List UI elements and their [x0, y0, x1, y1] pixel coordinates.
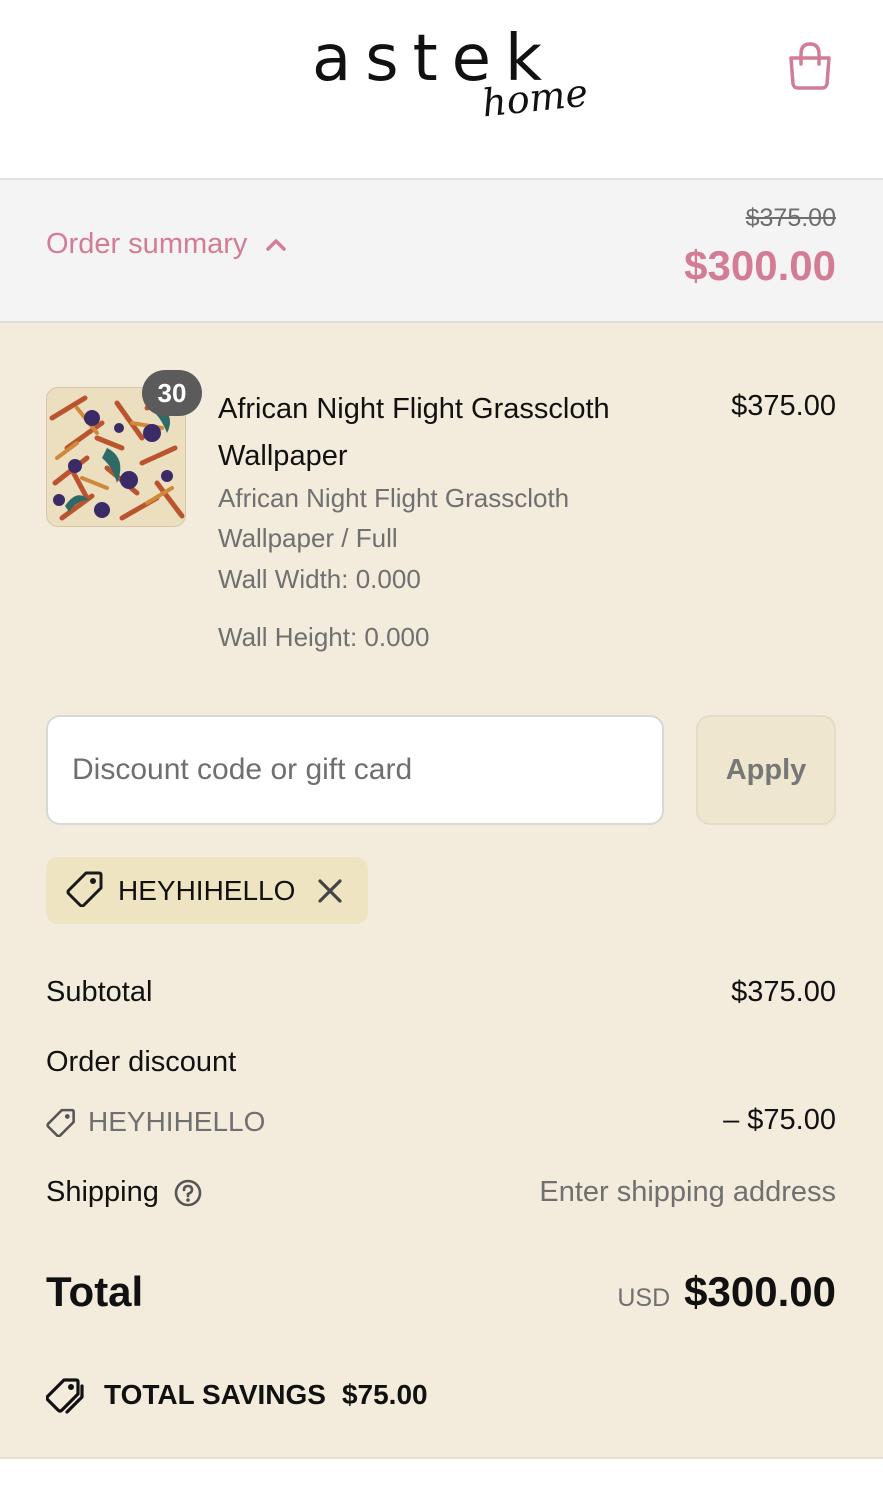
wall-width-property: Wall Width: 0.000 — [218, 564, 421, 594]
chevron-up-icon — [266, 238, 287, 251]
question-circle-icon — [174, 1179, 202, 1206]
remove-discount-button[interactable] — [317, 878, 343, 904]
discounted-price: $300.00 — [684, 242, 836, 289]
wall-height-property: Wall Height: 0.000 — [218, 622, 430, 652]
product-variant: African Night Flight Grasscloth Wallpape… — [218, 483, 570, 553]
product-title: African Night Flight Grasscloth Wallpape… — [218, 393, 610, 472]
subtotal-value: $375.00 — [731, 976, 836, 1008]
quantity-badge: 30 — [142, 370, 202, 416]
shipping-label: Shipping — [46, 1176, 159, 1208]
applied-discount-code: HEYHIHELLO — [118, 874, 296, 906]
tags-icon — [46, 1378, 84, 1414]
shipping-row: Shipping — [46, 1176, 203, 1209]
order-discount-code: HEYHIHELLO — [88, 1106, 266, 1137]
original-price: $375.00 — [745, 204, 836, 232]
total-savings-row: TOTAL SAVINGS $75.00 — [46, 1376, 428, 1414]
total-savings-value: $75.00 — [341, 1379, 428, 1410]
product-price: $375.00 — [731, 390, 836, 422]
shopping-bag-icon — [789, 42, 831, 90]
close-icon — [318, 878, 343, 903]
total-amount: $300.00 — [684, 1268, 836, 1315]
order-discount-value: – $75.00 — [723, 1104, 836, 1136]
total-label: Total — [46, 1268, 144, 1315]
shipping-help-button[interactable] — [173, 1178, 203, 1208]
subtotal-label: Subtotal — [46, 976, 153, 1008]
discount-code-input[interactable] — [46, 715, 664, 825]
total-currency: USD — [617, 1284, 671, 1312]
cart-button[interactable] — [782, 38, 838, 94]
apply-discount-button[interactable]: Apply — [696, 715, 836, 825]
applied-discount-chip: HEYHIHELLO — [46, 857, 368, 924]
astek-home-logo[interactable]: astek home — [312, 22, 590, 132]
total-savings-label: TOTAL SAVINGS — [104, 1379, 326, 1410]
shipping-value: Enter shipping address — [539, 1176, 836, 1208]
tag-icon — [66, 869, 104, 912]
order-summary-toggle[interactable]: Order summary — [46, 228, 287, 261]
tag-icon — [46, 1108, 75, 1137]
site-header: astek home — [0, 0, 883, 180]
total-amount-group: USD $300.00 — [617, 1268, 836, 1316]
order-summary-label: Order summary — [46, 228, 248, 260]
order-discount-code-line: HEYHIHELLO — [46, 1106, 265, 1138]
order-discount-label: Order discount — [46, 1046, 237, 1078]
